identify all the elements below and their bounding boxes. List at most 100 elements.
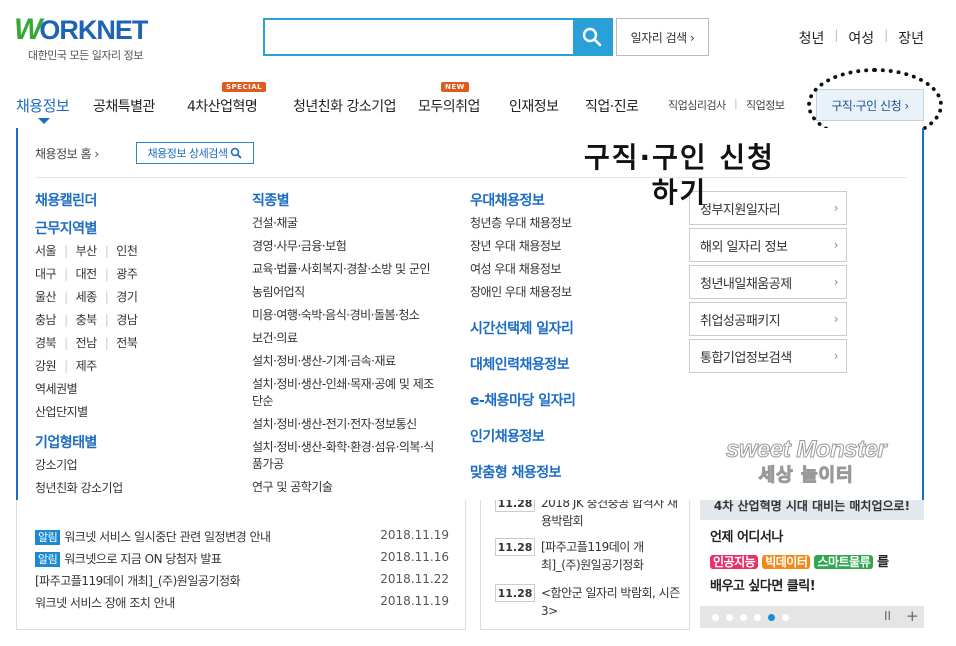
job-search-button[interactable]: 일자리 검색 ›: [616, 18, 709, 56]
occupation-link[interactable]: 설치·정비·생산-전기·전자·정보통신: [252, 413, 442, 436]
region-link[interactable]: 경북: [35, 336, 57, 350]
nav-career[interactable]: 직업·진로: [585, 96, 639, 116]
region-link[interactable]: 제주: [76, 359, 98, 373]
occupation-link[interactable]: 설치·정비·생산-기계·금속·재료: [252, 350, 442, 373]
nav-talent-info[interactable]: 인재정보: [509, 96, 559, 116]
event-item[interactable]: 11.28 <함안군 일자리 박람회, 시즌3>: [495, 584, 681, 620]
slide-dot[interactable]: [740, 614, 747, 621]
worknet-logo[interactable]: W ORKNET 대한민국 모든 일자리 정보: [14, 13, 148, 63]
preferred-head[interactable]: 우대채용정보: [470, 190, 575, 210]
region-link[interactable]: 전북: [116, 336, 138, 350]
custom-link[interactable]: 맞춤형 채용정보: [470, 462, 575, 482]
panel-home-link[interactable]: 채용정보 홈 ›: [35, 145, 99, 162]
watermark-line-1: sweet Monster: [725, 436, 887, 464]
nav-youth-friendly[interactable]: 청년친화 강소기업: [293, 96, 397, 116]
side-button[interactable]: 취업성공패키지 ›: [689, 302, 847, 336]
notice-item[interactable]: 알림 워크넷으로 지금 ON 당첨자 발표: [35, 550, 222, 567]
notice-item[interactable]: [파주고플119데이 개최]_(주)원일공기정화: [35, 572, 241, 589]
chevron-right-icon: ›: [833, 312, 839, 326]
preferred-link[interactable]: 청년층 우대 채용정보: [470, 212, 575, 235]
active-caret-icon: [38, 118, 50, 124]
side-button-label: 통합기업정보검색: [700, 350, 792, 366]
industrial-link[interactable]: 산업단지별: [35, 401, 137, 424]
occupation-link[interactable]: 농림어업직: [252, 281, 442, 304]
calendar-link[interactable]: 채용캘린더: [35, 190, 137, 210]
region-link[interactable]: 서울: [35, 244, 57, 258]
detail-search-button[interactable]: 채용정보 상세검색: [136, 142, 254, 164]
notice-item[interactable]: 알림 워크넷 서비스 일시중단 관련 일정변경 안내: [35, 528, 271, 545]
region-link[interactable]: 부산: [76, 244, 98, 258]
region-link[interactable]: 경기: [116, 290, 138, 304]
occupation-link[interactable]: 보건·의료: [252, 327, 442, 350]
occupation-head[interactable]: 직종별: [252, 190, 442, 210]
slide-dot[interactable]: [726, 614, 733, 621]
region-link[interactable]: 충북: [76, 313, 98, 327]
region-link[interactable]: 인천: [116, 244, 138, 258]
region-link[interactable]: 광주: [116, 267, 138, 281]
notice-item[interactable]: 워크넷 서비스 장애 조치 안내: [35, 594, 175, 611]
link-youth[interactable]: 청년: [799, 28, 825, 48]
occupation-link[interactable]: 건설·채굴: [252, 212, 442, 235]
preferred-link[interactable]: 장년 우대 채용정보: [470, 235, 575, 258]
popular-link[interactable]: 인기채용정보: [470, 426, 575, 446]
side-button[interactable]: 청년내일채움공제 ›: [689, 265, 847, 299]
pause-icon[interactable]: II: [884, 609, 891, 623]
company-link[interactable]: 강소기업: [35, 454, 137, 477]
e-recruit-link[interactable]: e-채용마당 일자리: [470, 390, 576, 410]
region-link[interactable]: 세종: [76, 290, 98, 304]
region-link[interactable]: 경남: [116, 313, 138, 327]
region-head[interactable]: 근무지역별: [35, 218, 137, 238]
region-link[interactable]: 대구: [35, 267, 57, 281]
slide-dot[interactable]: [712, 614, 719, 621]
promo-controls: II +: [700, 606, 924, 628]
region-link[interactable]: 전남: [76, 336, 98, 350]
company-link[interactable]: 청년친화 강소기업: [35, 477, 137, 500]
nav-everyone-employ[interactable]: 모두의취업: [418, 96, 480, 116]
occupation-link[interactable]: 설치·정비·생산-인쇄·목재·공예 및 제조 단순: [252, 373, 442, 413]
occupation-link[interactable]: 연구 및 공학기술: [252, 476, 442, 499]
search-input[interactable]: [265, 20, 573, 54]
event-date: 11.28: [495, 538, 535, 556]
side-button[interactable]: 통합기업정보검색 ›: [689, 339, 847, 373]
nav-job-info[interactable]: 채용정보: [16, 95, 70, 116]
side-button-label: 청년내일채움공제: [700, 276, 792, 292]
region-link[interactable]: 충남: [35, 313, 57, 327]
chevron-right-icon: ›: [833, 238, 839, 252]
occupation-link[interactable]: 경영·사무·금융·보험: [252, 235, 442, 258]
promo-banner[interactable]: 4차 산업혁명 시대 대비는 매치업으로! 언제 어디서나 인공지능 빅데이터 …: [700, 500, 924, 628]
promo-headline: 4차 산업혁명 시대 대비는 매치업으로!: [700, 500, 924, 520]
slide-dot[interactable]: [754, 614, 761, 621]
slide-dot-active[interactable]: [768, 614, 775, 621]
link-women[interactable]: 여성: [848, 28, 874, 48]
plus-icon[interactable]: +: [906, 607, 919, 625]
event-item[interactable]: 11.28 [파주고플119데이 개최]_(주)원일공기정화: [495, 538, 681, 574]
side-button-label: 취업성공패키지: [700, 313, 781, 329]
notice-text: 워크넷 서비스 일시중단 관련 일정변경 안내: [64, 530, 271, 544]
occupation-link[interactable]: 설치·정비·생산-화학·환경·섬유·의복·식품가공: [252, 436, 442, 476]
nav-job-dict[interactable]: 직업정보: [746, 97, 785, 113]
event-list: 11.28 2018 JK 중견중공 합격자 채용박람회 11.28 [파주고플11…: [480, 500, 690, 630]
event-item[interactable]: 11.28 2018 JK 중견중공 합격자 채용박람회: [495, 500, 681, 530]
region-link[interactable]: 대전: [76, 267, 98, 281]
region-link[interactable]: 울산: [35, 290, 57, 304]
caption-line-2: 하기: [651, 176, 708, 209]
logo-subtitle: 대한민국 모든 일자리 정보: [28, 49, 143, 62]
substitute-link[interactable]: 대체인력채용정보: [470, 354, 575, 374]
slide-dot[interactable]: [782, 614, 789, 621]
nav-public-recruit[interactable]: 공채특별관: [93, 96, 155, 116]
company-head[interactable]: 기업형태별: [35, 432, 137, 452]
occupation-link[interactable]: 미용·여행·숙박·음식·경비·돌봄·청소: [252, 304, 442, 327]
preferred-link[interactable]: 장애인 우대 채용정보: [470, 281, 575, 304]
nav-4th-industry[interactable]: 4차산업혁명: [187, 96, 258, 116]
side-button-label: 해외 일자리 정보: [700, 239, 788, 255]
link-senior[interactable]: 장년: [898, 28, 924, 48]
special-badge: SPECIAL: [222, 82, 267, 92]
preferred-link[interactable]: 여성 우대 채용정보: [470, 258, 575, 281]
search-button[interactable]: [573, 20, 611, 54]
side-button[interactable]: 해외 일자리 정보 ›: [689, 228, 847, 262]
part-time-link[interactable]: 시간선택제 일자리: [470, 318, 575, 338]
region-link[interactable]: 강원: [35, 359, 57, 373]
station-link[interactable]: 역세권별: [35, 378, 137, 401]
nav-psych-test[interactable]: 직업심리검사: [668, 97, 726, 113]
occupation-link[interactable]: 교육·법률·사회복지·경찰·소방 및 군인: [252, 258, 442, 281]
